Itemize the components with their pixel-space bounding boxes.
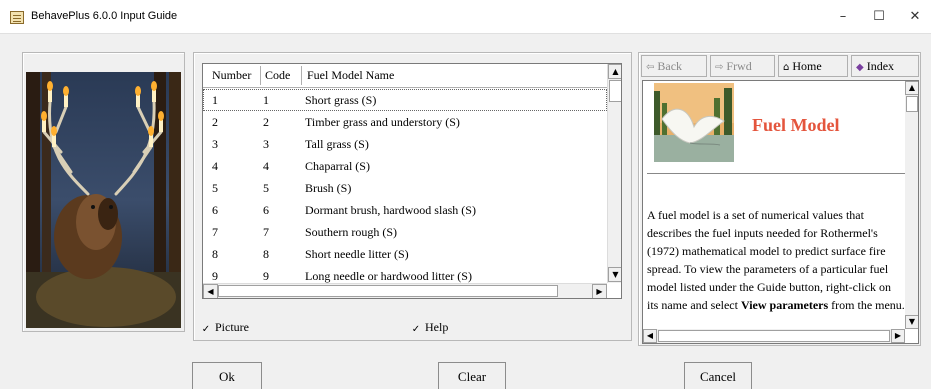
arrow-left-icon: ⇦ — [646, 62, 655, 73]
help-title: Fuel Model — [752, 115, 840, 135]
row-number: 4 — [212, 159, 218, 173]
row-code: 9 — [263, 269, 269, 283]
help-vertical-scrollbar[interactable]: ▲ ▼ — [905, 81, 918, 329]
ok-button[interactable]: Ok — [192, 362, 262, 389]
column-header-name[interactable]: Fuel Model Name — [307, 68, 394, 83]
row-code: 3 — [263, 137, 269, 151]
maximize-button[interactable]: ☐ — [868, 7, 890, 27]
scroll-right-icon[interactable]: ▶ — [891, 329, 905, 343]
document-icon — [10, 11, 24, 24]
row-number: 6 — [212, 203, 218, 217]
home-icon: ⌂ — [783, 62, 790, 73]
swan-illustration — [654, 83, 734, 162]
scroll-left-icon[interactable]: ◀ — [203, 284, 218, 298]
scroll-down-icon[interactable]: ▼ — [905, 315, 918, 329]
clear-button[interactable]: Clear — [438, 362, 506, 389]
list-row[interactable]: 3 3 Tall grass (S) — [203, 133, 607, 155]
list-row[interactable]: 8 8 Short needle litter (S) — [203, 243, 607, 265]
row-name: Brush (S) — [305, 181, 352, 195]
help-checkbox-label: Help — [425, 320, 449, 334]
row-number: 8 — [212, 247, 218, 261]
window-title: BehavePlus 6.0.0 Input Guide — [31, 10, 178, 22]
help-emphasis: View parameters — [740, 298, 829, 312]
list-row[interactable]: 1 1 Short grass (S) — [203, 89, 607, 111]
list-row[interactable]: 6 6 Dormant brush, hardwood slash (S) — [203, 199, 607, 221]
scroll-up-icon[interactable]: ▲ — [608, 64, 621, 79]
row-code: 4 — [263, 159, 269, 173]
column-header-code[interactable]: Code — [265, 68, 290, 83]
row-code: 8 — [263, 247, 269, 261]
list-rows: 1 1 Short grass (S) 2 2 Timber grass and… — [203, 89, 607, 287]
picture-checkbox[interactable]: ✓ Picture — [201, 320, 249, 335]
row-name: Dormant brush, hardwood slash (S) — [305, 203, 476, 217]
checkmark-icon[interactable]: ✓ — [201, 325, 211, 335]
list-row[interactable]: 7 7 Southern rough (S) — [203, 221, 607, 243]
index-button[interactable]: ◆ Index — [851, 55, 919, 77]
row-code: 5 — [263, 181, 269, 195]
book-icon: ◆ — [856, 62, 864, 73]
row-name: Short needle litter (S) — [305, 247, 409, 261]
row-number: 9 — [212, 269, 218, 283]
list-horizontal-scrollbar[interactable]: ◀ ▶ — [203, 283, 607, 298]
picture-checkbox-label: Picture — [215, 320, 249, 334]
help-checkbox[interactable]: ✓ Help — [411, 320, 449, 335]
help-horizontal-scrollbar[interactable]: ◀ ▶ — [643, 329, 905, 343]
list-row[interactable]: 5 5 Brush (S) — [203, 177, 607, 199]
picture-panel — [22, 52, 185, 332]
help-panel: ⇦ Back ⇨ Frwd ⌂ Home ◆ Index Fuel Model A fu… — [638, 52, 921, 346]
divider — [647, 173, 905, 174]
row-code: 6 — [263, 203, 269, 217]
fuel-model-panel: Number Code Fuel Model Name 1 1 Short gr… — [193, 52, 632, 341]
row-code: 7 — [263, 225, 269, 239]
back-button[interactable]: ⇦ Back — [641, 55, 707, 77]
scroll-left-icon[interactable]: ◀ — [643, 329, 657, 343]
row-name: Southern rough (S) — [305, 225, 397, 239]
cancel-button[interactable]: Cancel — [684, 362, 752, 389]
scroll-thumb[interactable] — [906, 96, 918, 112]
scroll-down-icon[interactable]: ▼ — [608, 267, 621, 282]
title-bar: BehavePlus 6.0.0 Input Guide – ☐ ✕ — [0, 0, 931, 34]
row-number: 7 — [212, 225, 218, 239]
row-name: Tall grass (S) — [305, 137, 369, 151]
help-body: A fuel model is a set of numerical value… — [647, 208, 905, 312]
home-button[interactable]: ⌂ Home — [778, 55, 848, 77]
scroll-thumb[interactable] — [658, 330, 890, 342]
forward-button[interactable]: ⇨ Frwd — [710, 55, 775, 77]
row-number: 1 — [212, 93, 218, 107]
row-code: 2 — [263, 115, 269, 129]
column-header-number[interactable]: Number — [212, 68, 251, 83]
list-row[interactable]: 4 4 Chaparral (S) — [203, 155, 607, 177]
minimize-button[interactable]: – — [832, 7, 854, 27]
row-number: 2 — [212, 115, 218, 129]
scroll-up-icon[interactable]: ▲ — [905, 81, 918, 95]
row-name: Timber grass and understory (S) — [305, 115, 460, 129]
scroll-thumb[interactable] — [609, 80, 621, 102]
list-vertical-scrollbar[interactable]: ▲ ▼ — [607, 64, 621, 283]
help-content: Fuel Model A fuel model is a set of nume… — [642, 80, 919, 344]
list-row[interactable]: 2 2 Timber grass and understory (S) — [203, 111, 607, 133]
scroll-right-icon[interactable]: ▶ — [592, 284, 607, 298]
row-number: 3 — [212, 137, 218, 151]
checkmark-icon[interactable]: ✓ — [411, 325, 421, 335]
row-name: Short grass (S) — [305, 93, 377, 107]
row-name: Long needle or hardwood litter (S) — [305, 269, 472, 283]
close-button[interactable]: ✕ — [904, 7, 926, 27]
row-code: 1 — [263, 93, 269, 107]
list-header: Number Code Fuel Model Name — [203, 64, 607, 88]
row-number: 5 — [212, 181, 218, 195]
scroll-thumb[interactable] — [218, 285, 558, 297]
arrow-right-icon: ⇨ — [715, 62, 724, 73]
row-name: Chaparral (S) — [305, 159, 370, 173]
fuel-model-list: Number Code Fuel Model Name 1 1 Short gr… — [202, 63, 622, 299]
elk-candles-picture — [26, 72, 181, 328]
